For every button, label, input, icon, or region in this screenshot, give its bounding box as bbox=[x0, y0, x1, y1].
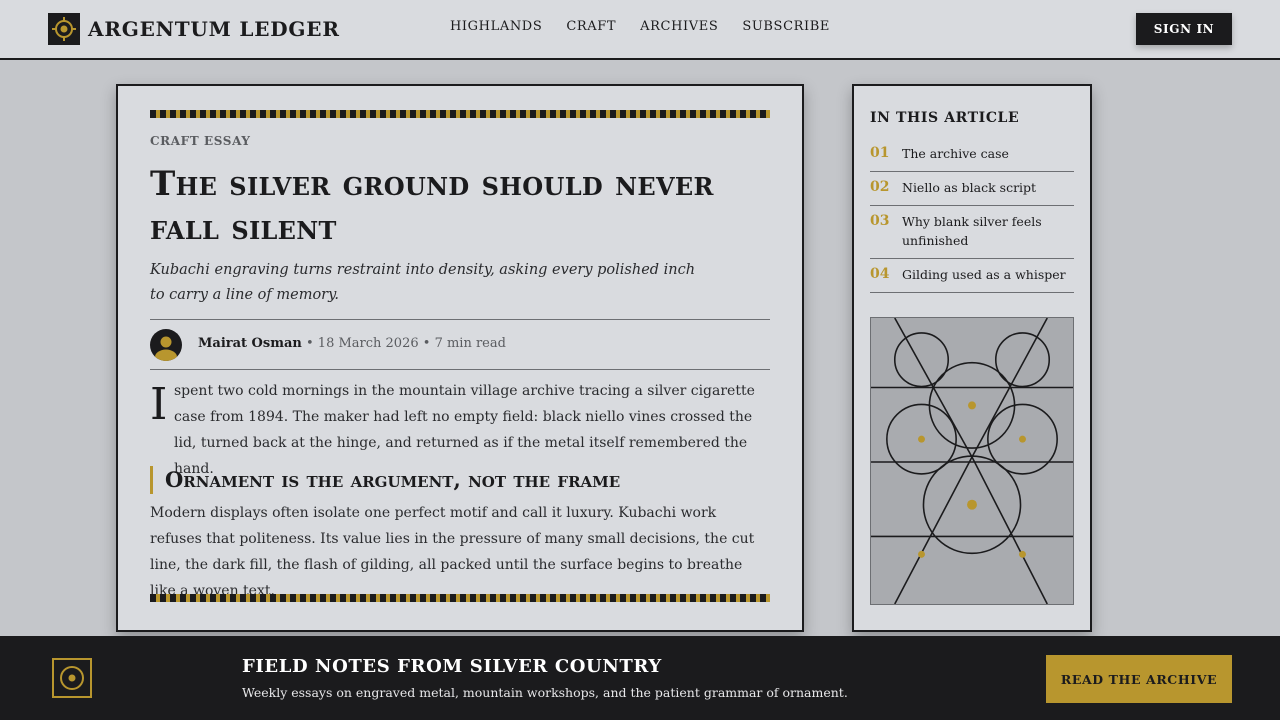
author-name[interactable]: Mairat Osman bbox=[198, 336, 302, 351]
banner-description: Weekly essays on engraved metal, mountai… bbox=[242, 685, 848, 700]
body-paragraph: Modern displays often isolate one perfec… bbox=[150, 505, 755, 599]
toc-item-number: 03 bbox=[870, 213, 890, 229]
nav-link-highlands[interactable]: HIGHLANDS bbox=[450, 19, 542, 34]
nav-link-craft[interactable]: CRAFT bbox=[566, 19, 616, 34]
toc-item-number: 02 bbox=[870, 179, 890, 195]
article-kicker: CRAFT ESSAY bbox=[150, 134, 251, 148]
brand-name: ARGENTUM LEDGER bbox=[88, 17, 340, 41]
read-archive-button[interactable]: READ THE ARCHIVE bbox=[1046, 655, 1232, 703]
crosshair-medallion-icon bbox=[48, 13, 80, 45]
section-subheading: Ornament is the argument, not the frame bbox=[150, 466, 620, 494]
divider bbox=[150, 369, 770, 370]
toc-list: 01 The archive case 02 Niello as black s… bbox=[870, 138, 1074, 293]
nav-link-archives[interactable]: ARCHIVES bbox=[640, 19, 718, 34]
divider bbox=[150, 319, 770, 320]
toc-item-label: The archive case bbox=[902, 146, 1009, 161]
toc-item-label: Gilding used as a whisper bbox=[902, 267, 1066, 282]
toc-item-label: Niello as black script bbox=[902, 180, 1037, 195]
newsletter-banner: FIELD NOTES FROM SILVER COUNTRY Weekly e… bbox=[0, 636, 1280, 720]
nav-link-subscribe[interactable]: SUBSCRIBE bbox=[742, 19, 830, 34]
decorative-stripe-top bbox=[150, 110, 770, 118]
toc-heading: IN THIS ARTICLE bbox=[870, 110, 1020, 126]
user-avatar-icon bbox=[150, 329, 182, 361]
toc-item-archive-case[interactable]: 01 The archive case bbox=[870, 138, 1074, 172]
toc-item-niello[interactable]: 02 Niello as black script bbox=[870, 172, 1074, 206]
article-byline: Mairat Osman • 18 March 2026 • 7 min rea… bbox=[198, 336, 506, 351]
article-title: The silver ground should never fall sile… bbox=[150, 164, 714, 248]
ring-medallion-icon bbox=[52, 658, 92, 698]
toc-item-gilding[interactable]: 04 Gilding used as a whisper bbox=[870, 259, 1074, 293]
read-time: 7 min read bbox=[434, 336, 506, 351]
banner-title: FIELD NOTES FROM SILVER COUNTRY bbox=[242, 656, 662, 677]
top-navigation-bar: ARGENTUM LEDGER HIGHLANDS CRAFT ARCHIVES… bbox=[0, 0, 1280, 60]
brand-logo-link[interactable]: ARGENTUM LEDGER bbox=[48, 13, 340, 45]
toc-item-blank-silver[interactable]: 03 Why blank silver feels unfinished bbox=[870, 206, 1074, 259]
drop-cap: I bbox=[150, 379, 168, 430]
ornament-illustration bbox=[870, 317, 1074, 605]
decorative-stripe-bottom bbox=[150, 594, 770, 602]
table-of-contents: IN THIS ARTICLE 01 The archive case 02 N… bbox=[852, 84, 1092, 632]
article-card: CRAFT ESSAY The silver ground should nev… bbox=[116, 84, 804, 632]
publish-date: 18 March 2026 bbox=[317, 336, 419, 351]
toc-item-label: Why blank silver feels unfinished bbox=[902, 214, 1042, 248]
toc-item-number: 01 bbox=[870, 145, 890, 161]
byline-separator: • bbox=[305, 336, 314, 351]
article-dek: Kubachi engraving turns restraint into d… bbox=[150, 262, 696, 303]
sign-in-button[interactable]: SIGN IN bbox=[1136, 13, 1232, 45]
toc-item-number: 04 bbox=[870, 266, 890, 282]
byline-separator: • bbox=[422, 336, 431, 351]
